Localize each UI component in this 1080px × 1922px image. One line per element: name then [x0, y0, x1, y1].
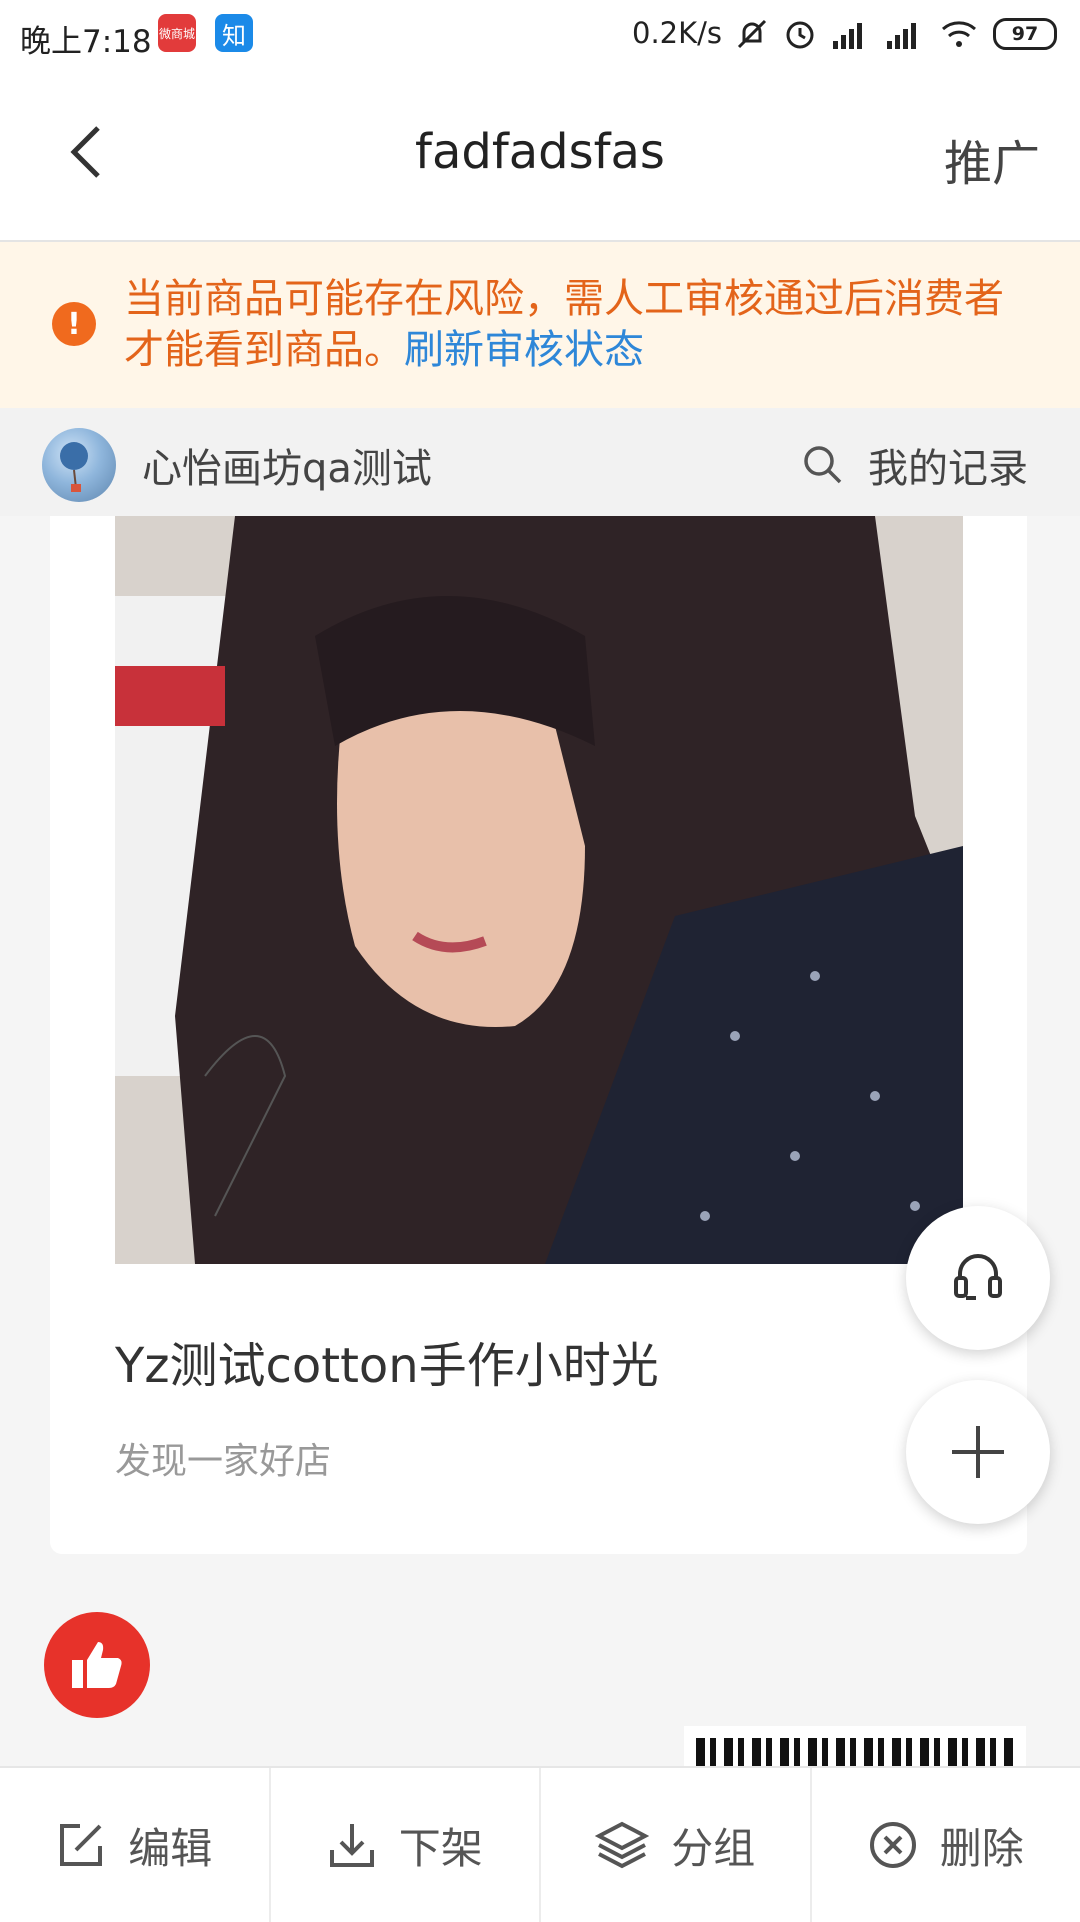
product-subtitle: 发现一家好店: [115, 1432, 331, 1484]
shop-name[interactable]: 心怡画坊qa测试: [142, 436, 432, 494]
group-label: 分组: [671, 1815, 755, 1876]
download-icon: [327, 1820, 377, 1870]
layers-icon: [595, 1820, 649, 1870]
battery-level: 97: [1012, 23, 1038, 45]
network-speed: 0.2K/s: [632, 16, 722, 50]
status-time: 晚上7:18: [20, 16, 152, 61]
status-icons: 97: [735, 14, 1057, 54]
warning-icon: !: [52, 302, 96, 346]
add-button[interactable]: [906, 1380, 1050, 1524]
signal-icon: [885, 17, 925, 51]
customer-service-button[interactable]: [906, 1206, 1050, 1350]
portrait-image: [115, 516, 963, 1264]
zhihu-app-icon: 知: [215, 14, 253, 52]
product-card[interactable]: Yz测试cotton手作小时光 发现一家好店: [50, 516, 1027, 1554]
edit-label: 编辑: [128, 1815, 212, 1876]
headset-icon: [946, 1246, 1010, 1310]
bottom-action-bar: 编辑 下架 分组 删除: [0, 1766, 1080, 1922]
wifi-icon: [939, 17, 979, 51]
like-button[interactable]: [44, 1612, 150, 1718]
weishangcheng-app-icon: 微商城: [158, 14, 196, 52]
risk-warning-banner: ! 当前商品可能存在风险，需人工审核通过后消费者才能看到商品。刷新审核状态: [0, 242, 1080, 408]
delete-circle-icon: [868, 1820, 918, 1870]
my-records-button[interactable]: 我的记录: [868, 436, 1028, 494]
edit-icon: [56, 1820, 106, 1870]
unlist-button[interactable]: 下架: [271, 1768, 542, 1922]
alarm-icon: [783, 17, 817, 51]
qr-code-pattern: [696, 1738, 1014, 1766]
nav-bar: fadfadsfas 推广: [0, 72, 1080, 242]
page-title: fadfadsfas: [0, 124, 1080, 180]
promote-button[interactable]: 推广: [944, 124, 1040, 194]
mute-bell-icon: [735, 17, 769, 51]
thumbs-up-icon: [68, 1636, 126, 1694]
refresh-review-link[interactable]: 刷新审核状态: [404, 327, 644, 373]
group-button[interactable]: 分组: [541, 1768, 812, 1922]
product-photo[interactable]: [115, 516, 963, 1264]
qr-code: [684, 1726, 1026, 1766]
shop-avatar[interactable]: [42, 428, 116, 502]
search-icon[interactable]: [800, 442, 844, 486]
battery-icon: 97: [993, 18, 1057, 50]
plus-icon: [946, 1420, 1010, 1484]
delete-label: 删除: [940, 1815, 1024, 1876]
shop-bar: 心怡画坊qa测试 我的记录: [0, 408, 1080, 516]
hd-signal-icon: [831, 17, 871, 51]
product-title: Yz测试cotton手作小时光: [115, 1326, 659, 1396]
status-bar: 晚上7:18 微商城 知 0.2K/s 97: [0, 0, 1080, 72]
balloon-avatar-icon: [42, 428, 116, 502]
edit-button[interactable]: 编辑: [0, 1768, 271, 1922]
unlist-label: 下架: [399, 1815, 483, 1876]
warning-message: 当前商品可能存在风险，需人工审核通过后消费者才能看到商品。刷新审核状态: [124, 274, 1024, 376]
delete-button[interactable]: 删除: [812, 1768, 1080, 1922]
